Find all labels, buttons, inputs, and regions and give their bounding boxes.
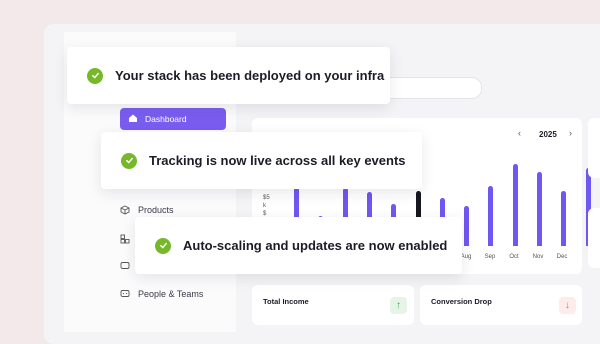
check-icon	[121, 152, 137, 169]
sidebar-item-products[interactable]: Products	[119, 204, 174, 215]
toast-deployed: Your stack has been deployed on your inf…	[67, 47, 390, 104]
grid-icon	[119, 233, 130, 244]
sidebar-item-grid[interactable]	[119, 233, 130, 244]
toast-autoscaling: Auto-scaling and updates are now enabled	[135, 217, 462, 274]
toast-tracking: Tracking is now live across all key even…	[101, 132, 422, 189]
toast-message: Auto-scaling and updates are now enabled	[183, 238, 448, 253]
search-input[interactable]	[380, 77, 482, 99]
toast-message: Tracking is now live across all key even…	[149, 153, 406, 168]
y-tick-label: k	[263, 203, 266, 209]
sidebar-item-messages[interactable]	[119, 260, 130, 271]
home-icon	[128, 113, 138, 125]
sidebar-item-dashboard[interactable]: Dashboard	[120, 108, 226, 130]
sidebar-item-label: Dashboard	[145, 114, 187, 124]
stat-card	[588, 208, 600, 268]
bar	[488, 186, 494, 246]
year-selector: 2025	[539, 130, 557, 139]
sidebar-item-label: Products	[138, 204, 174, 215]
chevron-right-icon[interactable]: ›	[569, 128, 572, 138]
x-tick-label: Dec	[556, 254, 568, 260]
arrow-up-icon: ↑	[390, 297, 407, 314]
bar	[464, 206, 470, 246]
total-income-title: Total Income	[263, 297, 309, 306]
arrow-down-icon: ↓	[559, 297, 576, 314]
x-tick-label: Oct	[509, 254, 519, 260]
conversion-drop-title: Conversion Drop	[431, 297, 492, 306]
check-icon	[155, 237, 171, 254]
chevron-left-icon[interactable]: ‹	[518, 128, 521, 138]
sidebar-item-people-teams[interactable]: People & Teams	[119, 288, 203, 299]
stat-card	[588, 118, 600, 178]
x-tick-label: Sep	[484, 254, 496, 260]
chat-icon	[119, 288, 130, 299]
sidebar-item-label: People & Teams	[138, 288, 204, 299]
box-icon	[119, 204, 130, 215]
bar	[537, 172, 542, 246]
toast-message: Your stack has been deployed on your inf…	[115, 68, 385, 83]
check-icon	[87, 67, 103, 84]
x-tick-label: Nov	[532, 254, 544, 260]
bar	[512, 164, 518, 246]
y-tick-label: $5	[263, 195, 270, 201]
chat-icon	[119, 260, 130, 271]
bar	[561, 191, 567, 246]
